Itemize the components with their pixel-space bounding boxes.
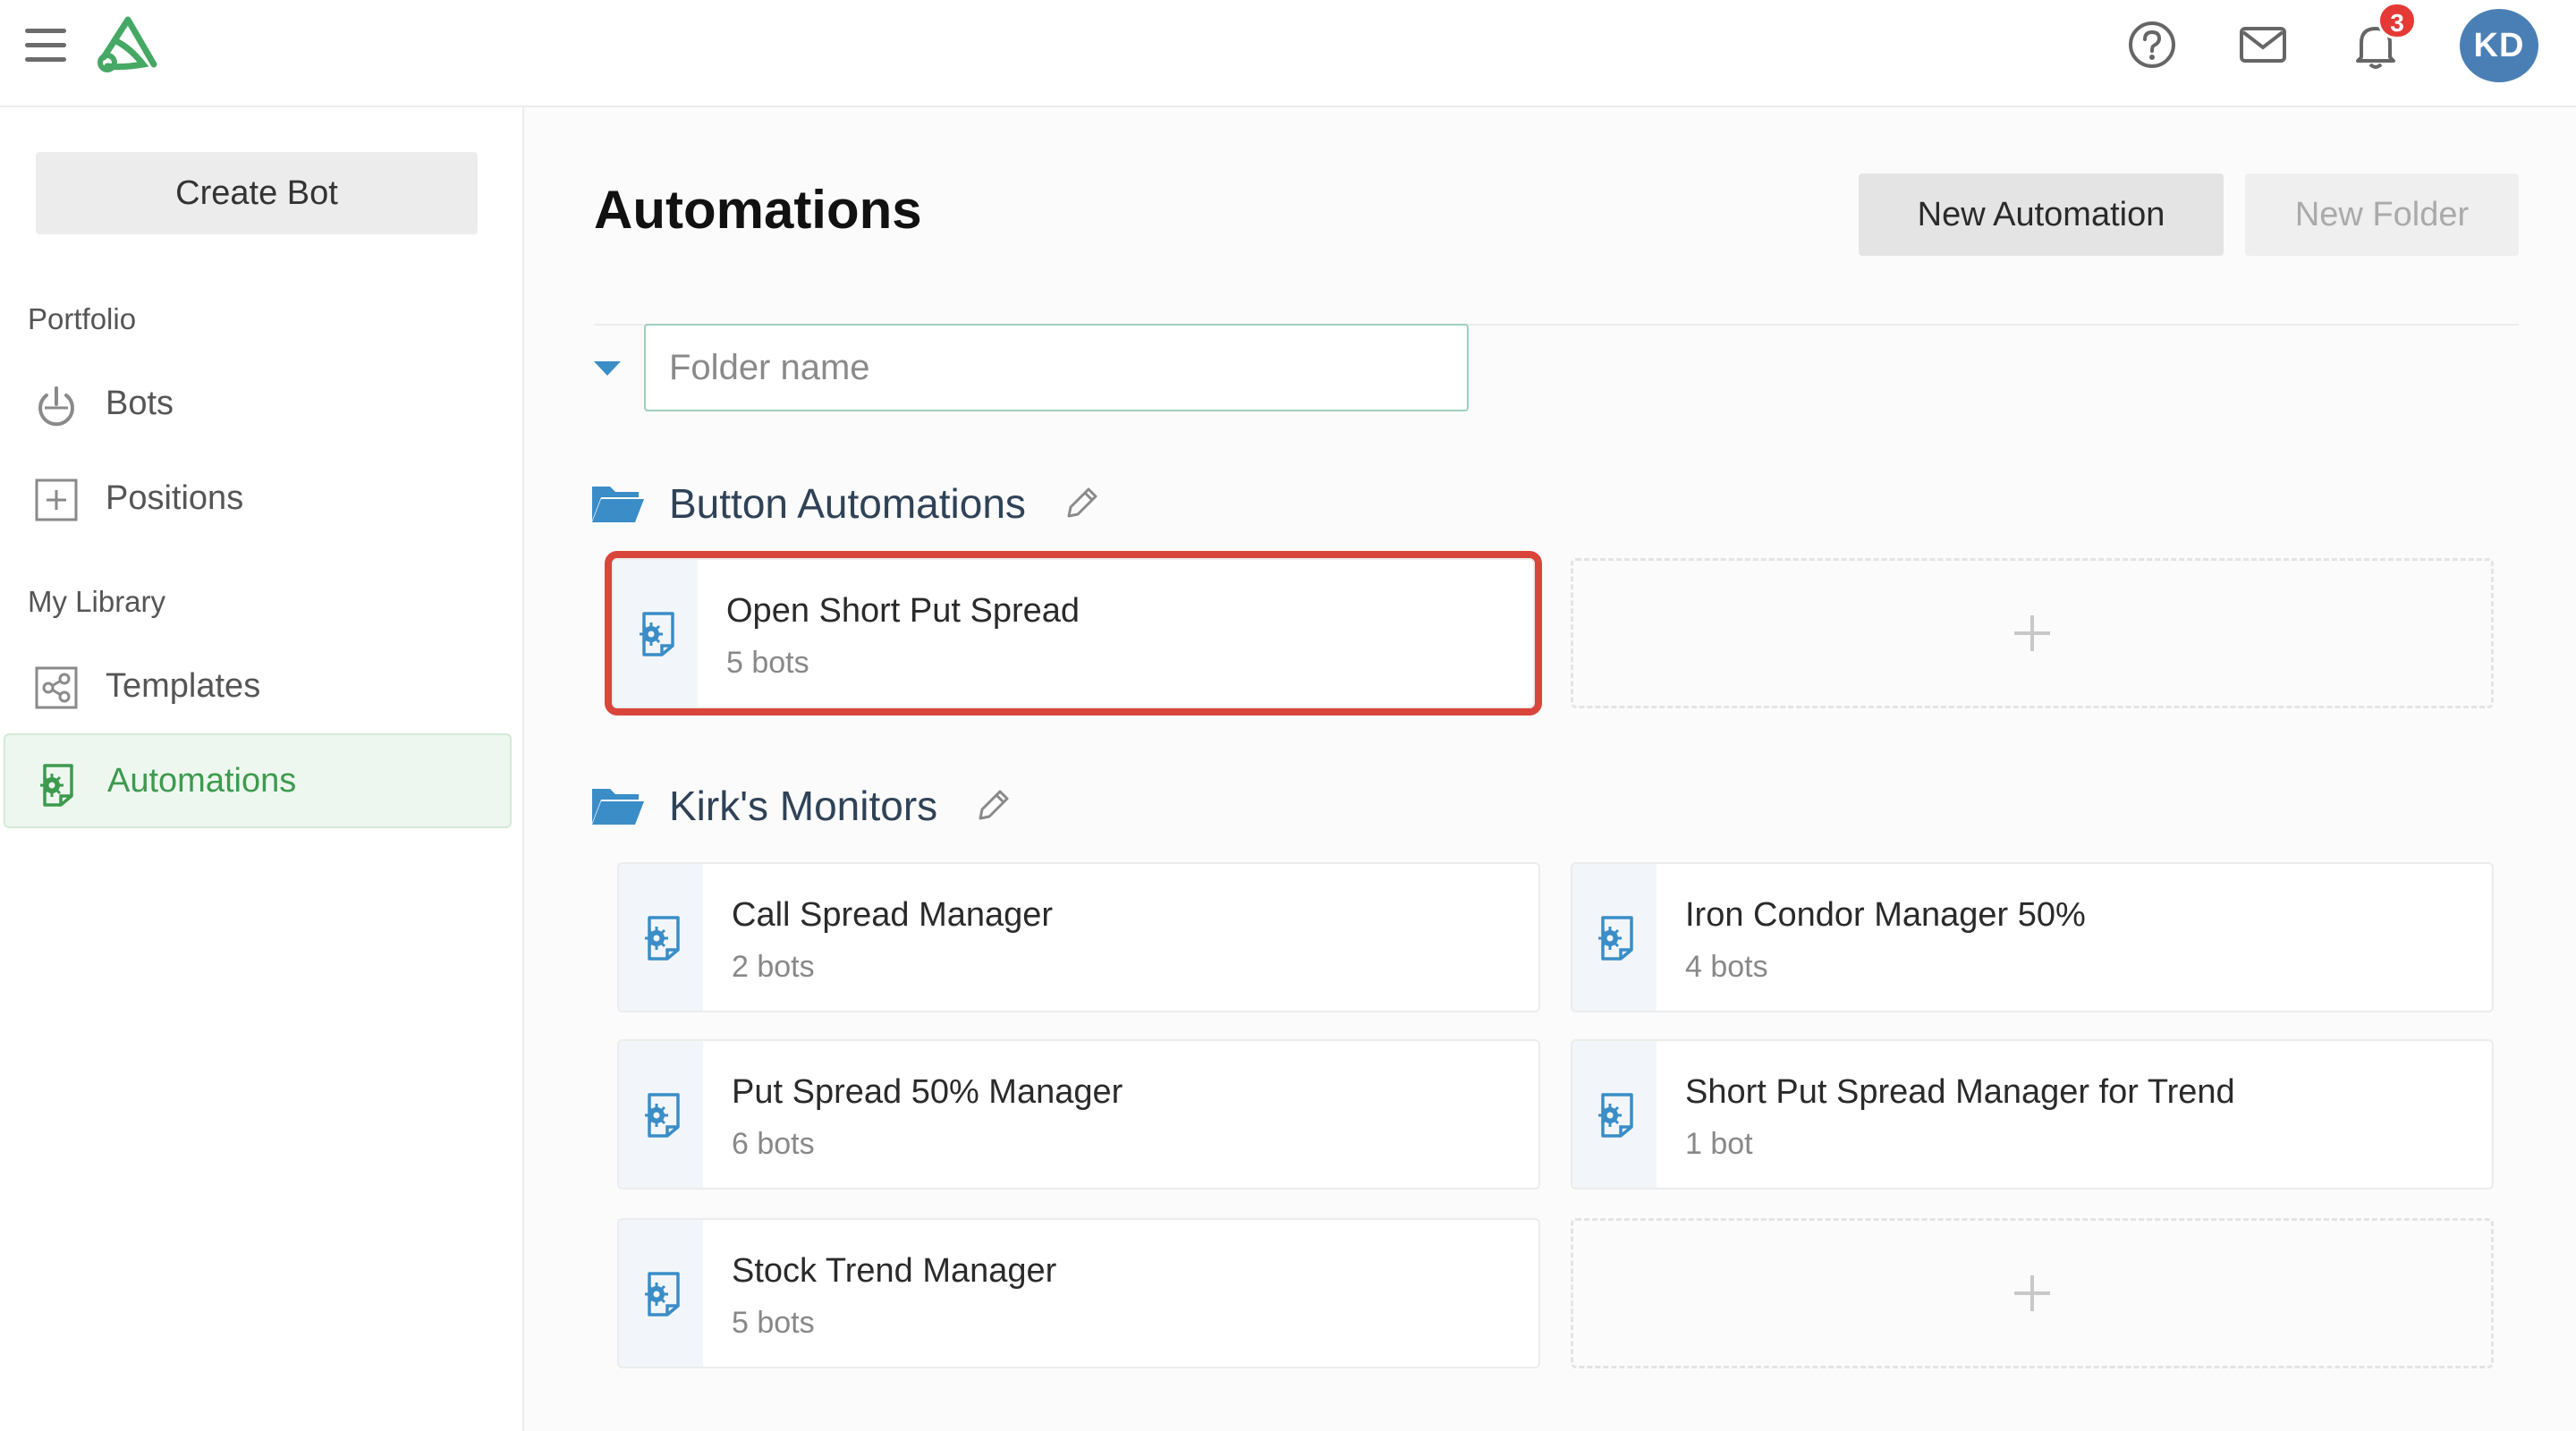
sidebar: Create Bot Portfolio Bots Positions My L… — [0, 107, 524, 1431]
automation-card[interactable]: Open Short Put Spread 5 bots — [605, 551, 1542, 716]
portfolio-section-label: Portfolio — [28, 302, 137, 335]
add-automation-card[interactable] — [1571, 558, 2494, 708]
automation-icon — [640, 612, 674, 656]
card-bot-count: 5 bots — [732, 1306, 815, 1340]
sidebar-item-label: Bots — [106, 384, 174, 422]
sidebar-item-bots[interactable]: Bots — [4, 356, 512, 451]
page-title: Automations — [594, 180, 922, 240]
sidebar-item-positions[interactable]: Positions — [4, 451, 512, 546]
sidebar-item-automations[interactable]: Automations — [4, 733, 512, 828]
card-bot-count: 1 bot — [1685, 1127, 1753, 1161]
card-bot-count: 6 bots — [732, 1127, 815, 1161]
card-title: Call Spread Manager — [732, 896, 1054, 934]
automation-icon — [40, 764, 73, 807]
automation-card[interactable]: Stock Trend Manager 5 bots — [617, 1218, 1540, 1368]
card-title: Short Put Spread Manager for Trend — [1685, 1073, 2235, 1111]
card-bot-count: 4 bots — [1685, 950, 1768, 984]
automation-icon — [1598, 916, 1633, 961]
automation-icon — [1598, 1093, 1633, 1138]
automation-icon — [645, 916, 680, 961]
collapse-caret-icon[interactable] — [594, 361, 621, 376]
plus-icon — [2014, 1275, 2050, 1311]
sidebar-item-label: Positions — [106, 478, 244, 517]
share-icon — [35, 666, 78, 709]
folder-icon — [592, 789, 644, 825]
card-title: Put Spread 50% Manager — [732, 1073, 1123, 1111]
card-title: Iron Condor Manager 50% — [1685, 896, 2086, 934]
help-icon[interactable] — [2127, 20, 2177, 70]
edit-pencil-icon[interactable] — [1062, 484, 1101, 523]
power-icon — [38, 386, 74, 427]
automation-card[interactable]: Put Spread 50% Manager 6 bots — [617, 1039, 1540, 1190]
automation-card[interactable]: Short Put Spread Manager for Trend 1 bot — [1571, 1039, 2494, 1190]
card-title: Open Short Put Spread — [726, 592, 1080, 630]
new-folder-button[interactable]: New Folder — [2245, 174, 2519, 256]
folder-name: Kirk's Monitors — [669, 783, 938, 829]
top-bar: 3 KD — [0, 0, 2576, 107]
folder-name-input[interactable] — [644, 324, 1469, 411]
mail-icon[interactable] — [2238, 20, 2288, 70]
logo-icon[interactable] — [95, 14, 161, 73]
plus-square-icon — [35, 478, 78, 521]
card-bot-count: 2 bots — [732, 950, 815, 984]
automation-icon — [645, 1272, 680, 1317]
card-bot-count: 5 bots — [726, 646, 809, 680]
add-automation-card[interactable] — [1571, 1218, 2494, 1368]
automation-card[interactable]: Iron Condor Manager 50% 4 bots — [1571, 862, 2494, 1012]
automation-card[interactable]: Call Spread Manager 2 bots — [617, 862, 1540, 1012]
folder-header: Button Automations — [590, 472, 1101, 535]
sidebar-item-label: Templates — [106, 666, 261, 705]
create-bot-button[interactable]: Create Bot — [36, 152, 478, 234]
folder-icon — [592, 487, 644, 522]
my-library-section-label: My Library — [28, 585, 166, 618]
menu-icon[interactable] — [25, 27, 66, 63]
sidebar-item-label: Automations — [107, 761, 297, 800]
new-automation-button[interactable]: New Automation — [1859, 174, 2224, 256]
folder-name: Button Automations — [669, 480, 1026, 527]
automation-icon — [645, 1093, 680, 1138]
folder-header: Kirk's Monitors — [590, 775, 1013, 837]
edit-pencil-icon[interactable] — [973, 786, 1013, 826]
plus-icon — [2014, 615, 2050, 651]
avatar[interactable]: KD — [2460, 9, 2538, 82]
notification-badge: 3 — [2377, 2, 2417, 39]
card-title: Stock Trend Manager — [732, 1252, 1057, 1290]
sidebar-item-templates[interactable]: Templates — [4, 639, 512, 733]
